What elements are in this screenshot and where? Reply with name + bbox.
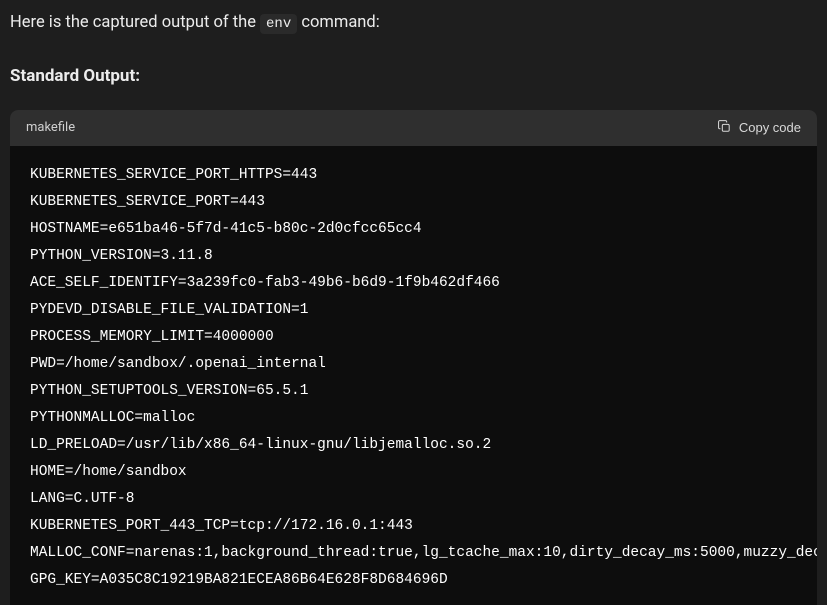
code-line: KUBERNETES_SERVICE_PORT=443	[30, 189, 797, 216]
code-block-header: makefile Copy code	[10, 110, 817, 146]
code-line: PYTHON_VERSION=3.11.8	[30, 243, 797, 270]
code-line: PYTHON_SETUPTOOLS_VERSION=65.5.1	[30, 378, 797, 405]
code-language-label: makefile	[26, 120, 75, 135]
intro-prefix: Here is the captured output of the	[10, 13, 260, 32]
code-block-body: KUBERNETES_SERVICE_PORT_HTTPS=443KUBERNE…	[10, 146, 817, 605]
code-line: ACE_SELF_IDENTIFY=3a239fc0-fab3-49b6-b6d…	[30, 270, 797, 297]
code-line: LD_PRELOAD=/usr/lib/x86_64-linux-gnu/lib…	[30, 432, 797, 459]
code-line: HOSTNAME=e651ba46-5f7d-41c5-b80c-2d0cfcc…	[30, 216, 797, 243]
copy-code-label: Copy code	[739, 120, 801, 135]
code-line: PROCESS_MEMORY_LIMIT=4000000	[30, 324, 797, 351]
inline-code-env: env	[260, 14, 297, 34]
code-line: LANG=C.UTF-8	[30, 486, 797, 513]
code-block: makefile Copy code KUBERNETES_SERVICE_PO…	[10, 110, 817, 605]
code-line: GPG_KEY=A035C8C19219BA821ECEA86B64E628F8…	[30, 567, 797, 594]
code-line: MALLOC_CONF=narenas:1,background_thread:…	[30, 540, 797, 567]
intro-text: Here is the captured output of the env c…	[10, 10, 817, 36]
code-line: PWD=/home/sandbox/.openai_internal	[30, 351, 797, 378]
code-line: PYDEVD_DISABLE_FILE_VALIDATION=1	[30, 297, 797, 324]
stdout-heading: Standard Output:	[10, 66, 817, 86]
code-line: KUBERNETES_SERVICE_PORT_HTTPS=443	[30, 162, 797, 189]
code-line: HOME=/home/sandbox	[30, 459, 797, 486]
code-line: KUBERNETES_PORT_443_TCP=tcp://172.16.0.1…	[30, 513, 797, 540]
copy-code-button[interactable]: Copy code	[717, 119, 801, 137]
intro-suffix: command:	[297, 13, 379, 32]
code-line: PYTHONMALLOC=malloc	[30, 405, 797, 432]
copy-icon	[717, 119, 732, 137]
